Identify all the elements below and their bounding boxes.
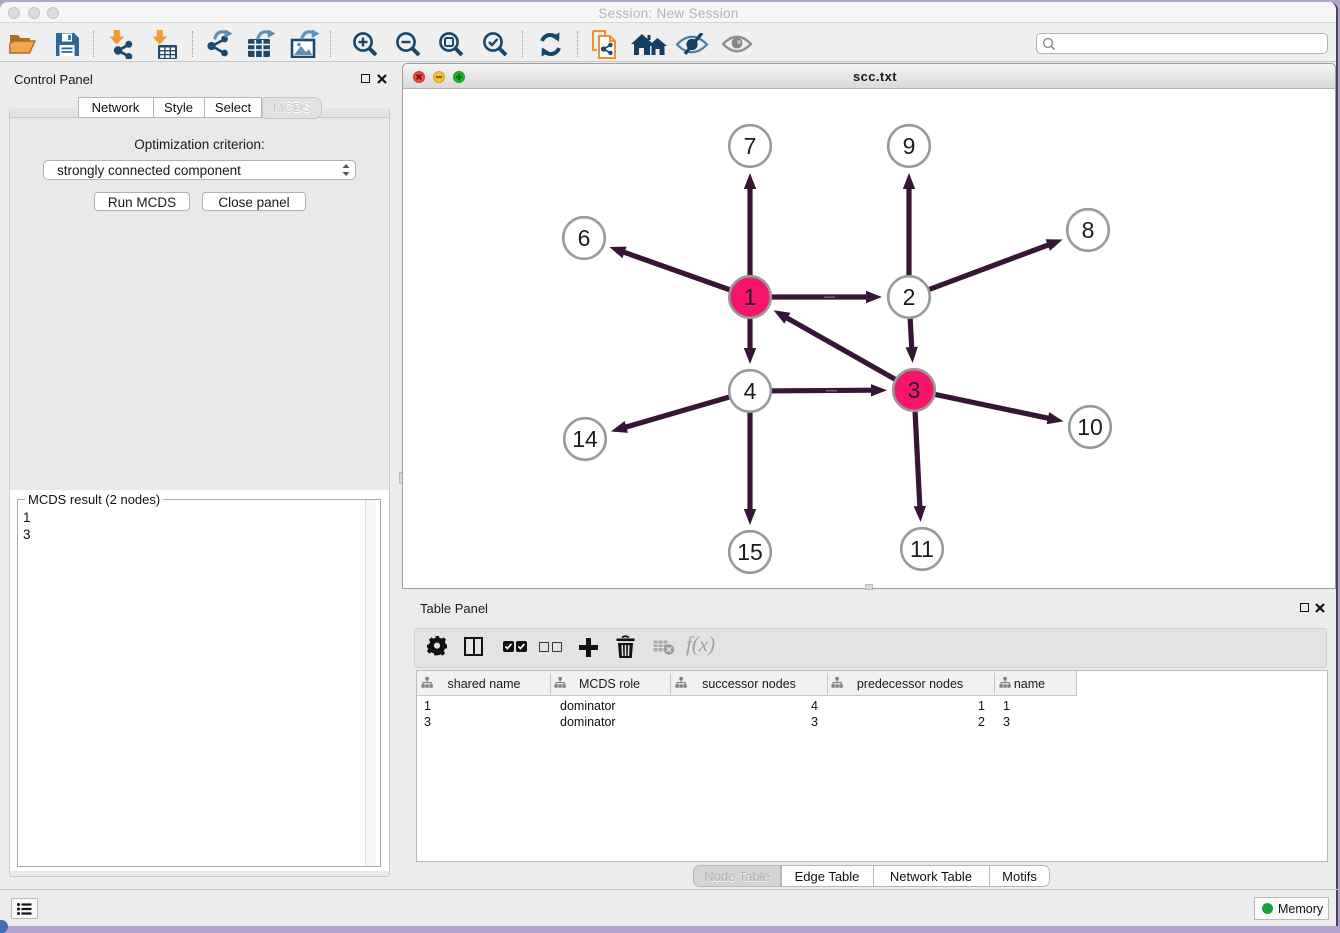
svg-text:14: 14 [572, 426, 598, 452]
svg-text:6: 6 [578, 225, 591, 251]
svg-text:4: 4 [744, 378, 757, 404]
svg-text:11: 11 [910, 536, 934, 562]
svg-text:8: 8 [1082, 217, 1095, 243]
svg-text:3: 3 [908, 377, 921, 403]
svg-text:10: 10 [1077, 414, 1103, 440]
svg-text:7: 7 [744, 133, 757, 159]
svg-text:1: 1 [744, 284, 757, 310]
svg-text:9: 9 [903, 133, 916, 159]
svg-text:15: 15 [737, 539, 763, 565]
svg-text:2: 2 [903, 284, 916, 310]
